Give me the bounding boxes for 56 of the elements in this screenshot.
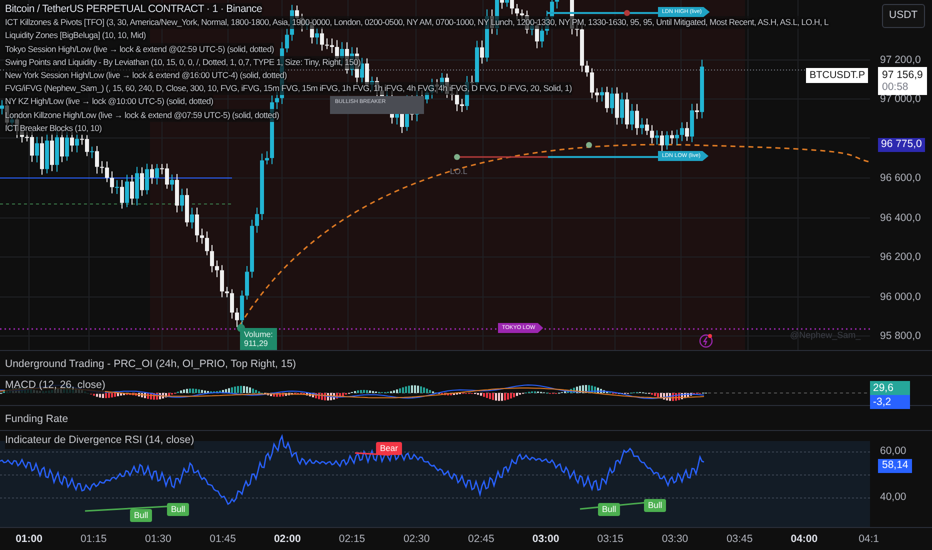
price-tick: 60,00	[880, 445, 906, 457]
macd-value-label: 29,6	[870, 381, 910, 395]
time-label: 02:00	[274, 532, 301, 547]
price-tick: 96 600,0	[880, 172, 921, 184]
time-label: 03:15	[597, 532, 624, 547]
indicator-legend: FVG/iFVG (Nephew_Sam_) (, 15, 60, 240, D, Close, 300, 10, FVG, iFVG, 15m FVG, 15m iFVG, 1h FVG, 1h iFVG, 4h FVG, 4h iFVG, D FVG, D iFVG, 20, Solid, 1)	[5, 82, 572, 96]
indicator-legend: NY KZ High/Low (live → lock @10:00 UTC-5) (solid, dotted)	[5, 95, 214, 109]
bullish-signal-label: Bull	[167, 503, 190, 516]
indicator-legend: Tokyo Session High/Low (live → lock & extend @02:59 UTC-5) (solid, dotted)	[5, 42, 274, 56]
panel-title: Indicateur de Divergence RSI (14, close)	[5, 433, 194, 449]
time-label: 03:45	[726, 532, 753, 547]
time-label: 01:15	[80, 532, 107, 547]
price-marker: 96 775,0	[878, 138, 925, 152]
macd-value-label: -3,2	[870, 395, 910, 409]
price-tick: 96 000,0	[880, 291, 921, 303]
volume-label: Volume: 911,29	[240, 328, 277, 350]
time-label: 02:30	[403, 532, 430, 547]
time-label: 02:15	[338, 532, 366, 547]
time-label: 03:30	[662, 532, 688, 547]
indicator-legend: ICT Breaker Blocks (10, 10)	[5, 122, 102, 136]
pivot-dot	[586, 142, 592, 148]
indicator-legend: London Killzone High/Low (live → lock & extend @07:59 UTC-5) (solid, dotted)	[5, 108, 280, 122]
swing-label: LO.L	[450, 168, 468, 177]
pivot-dot	[454, 154, 460, 160]
price-tick: 40,00	[880, 491, 906, 503]
symbol-label: BTCUSDT.P	[806, 68, 868, 83]
lightning-icon	[699, 333, 713, 348]
price-value: 97 156,9	[882, 69, 923, 81]
countdown-value: 00:58	[882, 81, 910, 93]
time-label: 01:30	[145, 532, 172, 547]
price-tick: 96 200,0	[880, 251, 921, 263]
bearish-signal-label: Bear	[376, 442, 402, 455]
time-label: 04:00	[790, 532, 818, 547]
price-tick: 97 200,0	[880, 54, 921, 66]
price-tick: 95 800,0	[880, 330, 921, 342]
bullish-signal-label: Bull	[644, 499, 666, 512]
divergence-line	[354, 452, 390, 456]
time-label: 03:00	[532, 532, 560, 547]
time-label: 01:45	[210, 532, 236, 547]
indicator-legend: Liquidity Zones [BigBeluga] (10, 10, Mid)	[5, 29, 146, 43]
time-label: 02:45	[468, 532, 494, 547]
currency-button[interactable]: USDT	[882, 4, 925, 28]
pivot-dot	[624, 10, 630, 16]
indicator-legend: ICT Killzones & Pivots [TFO] (3, 30, America/New_York, Normal, 1800-1800, Asia, 1900-0000, London, 0200-0500, NY AM, 0700-1000, NY Lunch, 1200-1330, NY PM, 1330-1630, 95, 95, Until Mitigated, Most Recent, AS.H, AS.L, LO.H, L	[5, 16, 828, 30]
indicator-legend: New York Session High/Low (live → lock & extend @16:00 UTC-4) (solid, dotted)	[5, 69, 287, 82]
price-tick: 96 400,0	[880, 212, 921, 224]
chart-title: Bitcoin / TetherUS PERPETUAL CONTRACT · 1 · Binance	[5, 3, 262, 16]
author-signature: @Nephew_Sam_	[790, 331, 861, 341]
time-label: 04:1	[858, 532, 880, 547]
time-label: 01:00	[16, 532, 42, 547]
panel-title: MACD (12, 26, close)	[5, 378, 106, 394]
rsi-value-label: 58,14	[878, 459, 912, 473]
bullish-signal-label: Bull	[598, 503, 620, 516]
price-tick: 97 000,0	[880, 93, 921, 105]
indicator-legend: Swing Points and Liquidity - By Leviathan (10, 15, 0, 0, /, Dotted, 1, 0,7, TYPE 1, Size: Tiny, Right, 150)	[5, 56, 360, 70]
bullish-signal-label: Bull	[130, 509, 152, 522]
